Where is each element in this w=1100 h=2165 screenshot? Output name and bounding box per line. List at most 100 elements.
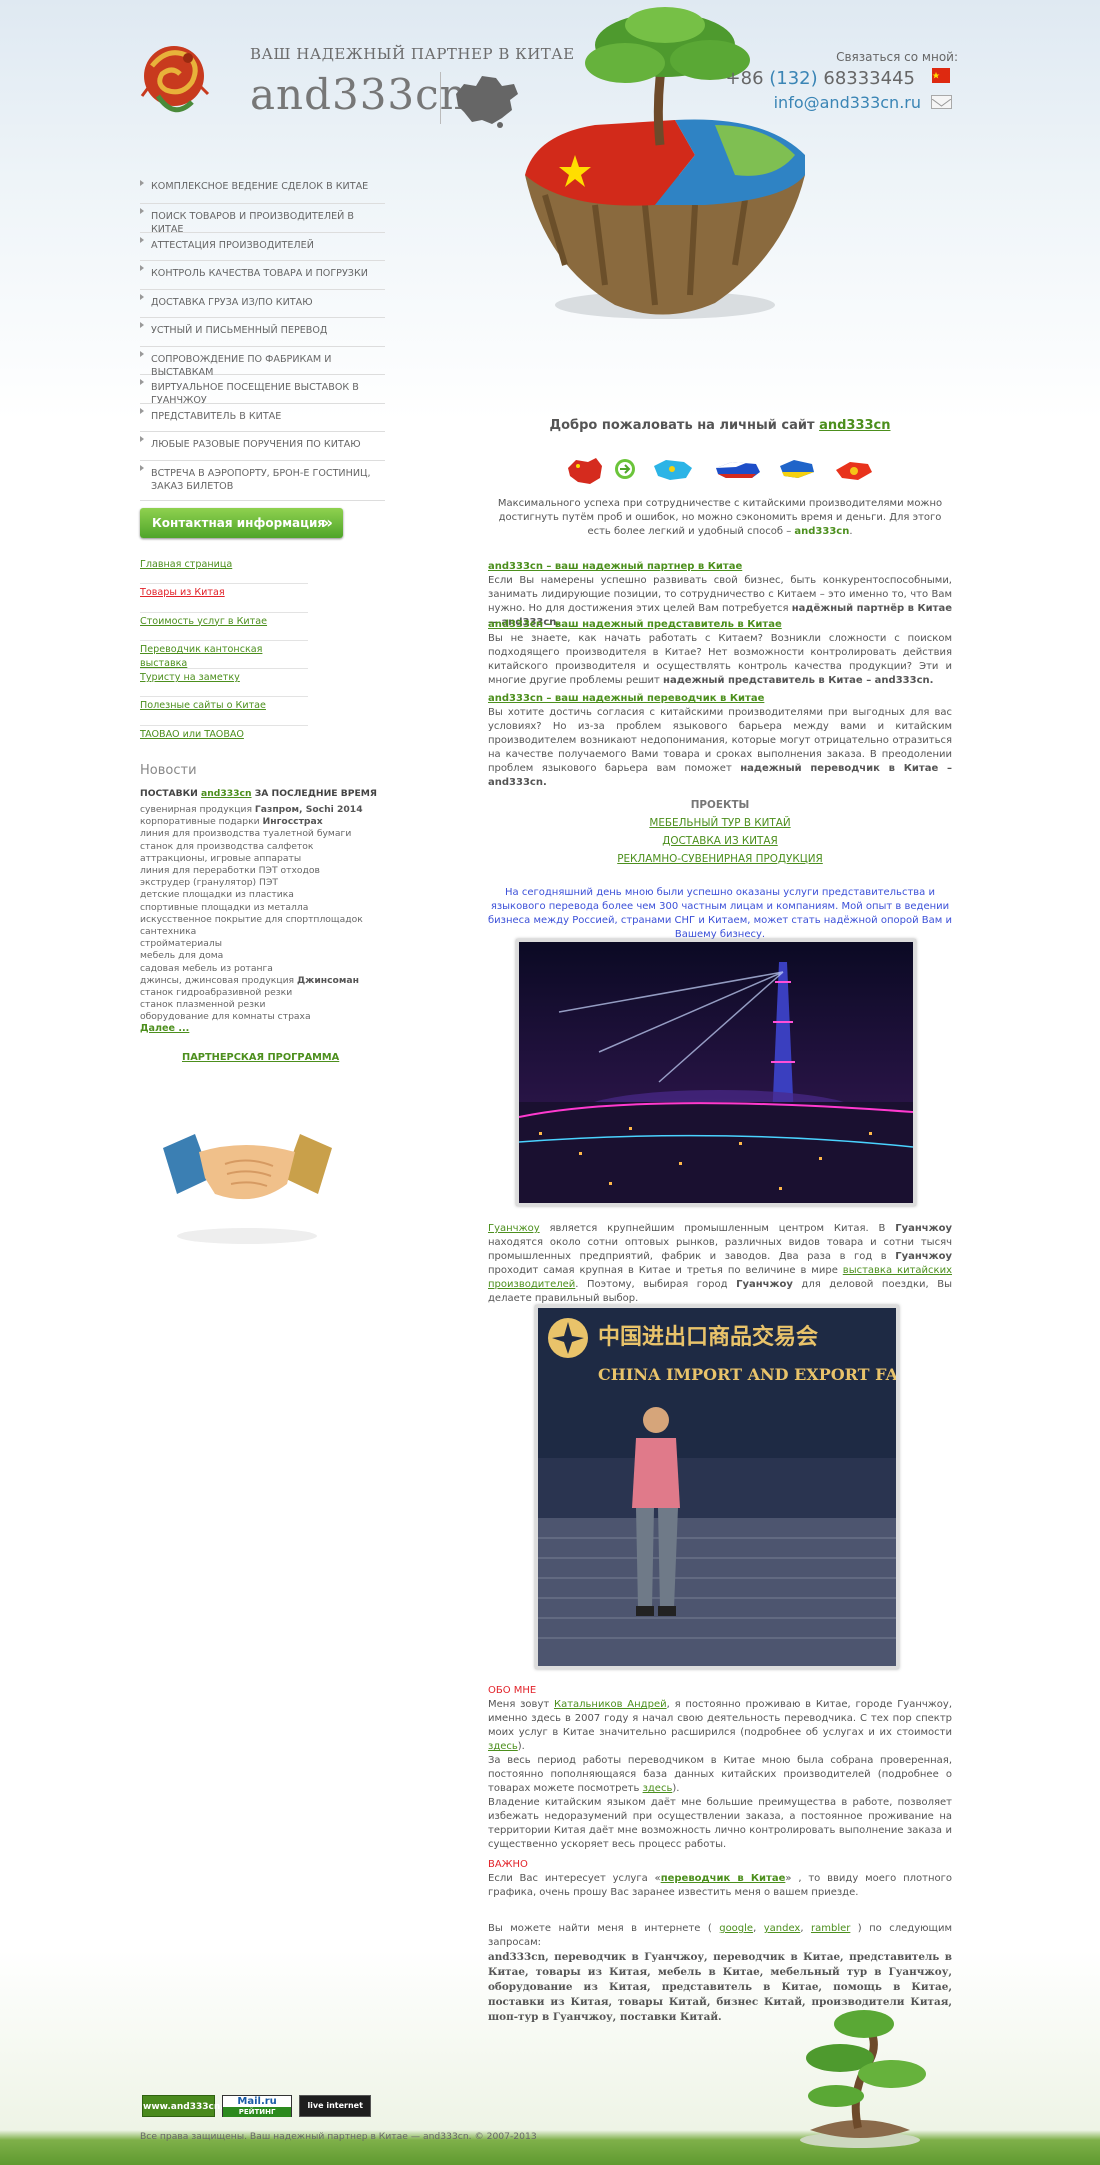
news-title: Новости [140,763,197,778]
services-menu: КОМПЛЕКСНОЕ ВЕДЕНИЕ СДЕЛОК В КИТАЕ ПОИСК… [140,176,385,501]
rambler-link[interactable]: rambler [811,1923,850,1934]
menu-item-representative[interactable]: ПРЕДСТАВИТЕЛЬ В КИТАЕ [140,404,385,432]
canton-fair-portrait-photo: 中国进出口商品交易会 CHINA IMPORT AND EXPORT FAIR [535,1305,899,1669]
news-item: сантехника [140,926,197,938]
sidebar-links: Главная страница Товары из Китая Стоимос… [140,556,308,754]
site-brand[interactable]: and333cn [250,70,468,119]
guangzhou-night-photo [516,939,916,1206]
guangzhou-link[interactable]: Гуанчжоу [488,1223,540,1234]
intro-brand: and333cn [794,526,850,537]
menu-item-delivery[interactable]: ДОСТАВКА ГРУЗА ИЗ/ПО КИТАЮ [140,290,385,318]
section-heading-representative[interactable]: and333cn – ваш надежный представитель в … [488,619,782,630]
handshake-illustration [163,1134,332,1244]
link-taobao[interactable]: TAOBAO или TAOBAO [140,726,308,754]
menu-item-quality[interactable]: КОНТРОЛЬ КАЧЕСТВА ТОВАРА И ПОГРУЗКИ [140,261,385,290]
project-furniture-tour-link[interactable]: МЕБЕЛЬНЫЙ ТУР В КИТАЙ [649,817,790,829]
phone-digits: 68333445 [817,68,915,89]
guangzhou-paragraph: Гуанчжоу является крупнейшим промышленны… [488,1223,952,1304]
link-tourist[interactable]: Туристу на заметку [140,669,308,698]
project-delivery-link[interactable]: ДОСТАВКА ИЗ КИТАЯ [662,835,777,847]
menu-item-deals[interactable]: КОМПЛЕКСНОЕ ВЕДЕНИЕ СДЕЛОК В КИТАЕ [140,176,385,204]
email-link[interactable]: info@and333cn.ru [774,93,921,112]
news-item: станок гидроабразивной резки [140,987,293,999]
news-item: линия для производства туалетной бумаги [140,828,352,840]
news-item: экструдер (гранулятор) ПЭТ [140,877,278,889]
bonsai-illustration [800,2010,926,2148]
link-useful-sites[interactable]: Полезные сайты о Китае [140,697,308,726]
important-block: ВАЖНО Если Вас интересует услуга «перево… [488,1859,953,1898]
link-home[interactable]: Главная страница [140,556,308,585]
welcome-heading: Добро пожаловать на личный сайт and333cn [549,418,891,433]
menu-item-attestation[interactable]: АТТЕСТАЦИЯ ПРОИЗВОДИТЕЛЕЙ [140,233,385,261]
welcome-brand-link[interactable]: and333cn [819,418,890,433]
liveinternet-badge[interactable]: live internet [299,2095,372,2117]
copyright: Все права защищены. Ваш надежный партнер… [140,2131,537,2142]
phone-prefix: +86 [725,68,770,89]
goods-here-link[interactable]: здесь [643,1783,673,1794]
news-item: станок плазменной резки [140,999,266,1011]
news-item: садовая мебель из ротанга [140,962,273,974]
yandex-link[interactable]: yandex [764,1923,801,1934]
site-counter-badge[interactable]: www.and333cn.ru [142,2095,235,2117]
china-flag-icon [932,68,950,83]
section-heading-partner[interactable]: and333cn – ваш надежный партнер в Китае [488,561,742,572]
menu-item-errands[interactable]: ЛЮБЫЕ РАЗОВЫЕ ПОРУЧЕНИЯ ПО КИТАЮ [140,432,385,461]
news-item: станок для производства салфеток [140,840,314,852]
projects-title: ПРОЕКТЫ [690,799,750,811]
news-item: джинсы, джинсовая продукция Джинсоман [140,974,359,986]
news-head-pre: ПОСТАВКИ [140,788,202,799]
kyrgyzstan-flag-icon [836,462,872,480]
menu-item-translation[interactable]: УСТНЫЙ И ПИСЬМЕННЫЙ ПЕРЕВОД [140,318,385,347]
news-item: искусственное покрытие для спортплощадок [140,913,363,925]
news-head-post: ЗА ПОСЛЕДНИЕ ВРЕМЯ [251,788,377,799]
google-link[interactable]: google [719,1923,753,1934]
news-item: мебель для дома [140,950,224,962]
news-brand-link[interactable]: and333cn [201,788,251,799]
link-canton-fair[interactable]: Переводчик кантонская выставка [140,641,308,670]
news-item: сувенирная продукция Газпром, Sochi 2014 [140,804,363,815]
translator-link[interactable]: переводчик в Китае [661,1873,786,1884]
section-representative: and333cn – ваш надежный представитель в … [488,619,952,686]
menu-item-airport[interactable]: ВСТРЕЧА В АЭРОПОРТУ, БРОН-Е ГОСТИНИЦ, ЗА… [140,461,385,501]
contact-info-button[interactable]: Контактная информация » [140,508,343,538]
russia-flag-icon [716,462,760,478]
news-item: детские площадки из пластика [140,889,294,901]
sign-english: CHINA IMPORT AND EXPORT FAIR [598,1365,896,1384]
link-prices[interactable]: Стоимость услуг в Китае [140,613,308,641]
author-name-link[interactable]: Катальников Андрей [554,1699,667,1710]
news-item: корпоративные подарки Ингосстрах [140,816,323,828]
phone-code: (132) [769,68,818,89]
link-goods[interactable]: Товары из Китая [140,584,308,613]
section-heading-translator[interactable]: and333cn – ваш надежный переводчик в Кит… [488,693,764,704]
double-chevron-right-icon: » [322,513,333,532]
news-item: стройматериалы [140,938,222,950]
country-flags [568,458,872,484]
about-block: ОБО МНЕ Меня зовут Катальников Андрей, я… [488,1685,953,1850]
phone-number[interactable]: +86 (132) 68333445 [726,68,915,89]
menu-item-virtual-exhibition[interactable]: ВИРТУАЛЬНОЕ ПОСЕЩЕНИЕ ВЫСТАВОК В ГУАНЧЖО… [140,375,385,406]
news-item: аттракционы, игровые аппараты [140,852,302,864]
services-summary: На сегодняшний день мною были успешно ок… [488,887,952,940]
menu-item-search[interactable]: ПОИСК ТОВАРОВ И ПРОИЗВОДИТЕЛЕЙ В КИТАЕ [140,204,385,235]
prices-here-link[interactable]: здесь [488,1741,518,1752]
ukraine-flag-icon [780,460,814,478]
contact-info-label: Контактная информация [152,516,326,530]
news-list: сувенирная продукция Газпром, Sochi 2014… [140,804,380,1024]
news-more-link[interactable]: Далее ... [140,1023,189,1034]
brand-divider [440,72,441,124]
news-item: линия для переработки ПЭТ отходов [140,865,320,877]
menu-item-factory-tours[interactable]: СОПРОВОЖДЕНИЕ ПО ФАБРИКАМ И ВЫСТАВКАМ [140,347,385,378]
projects-block: ПРОЕКТЫ МЕБЕЛЬНЫЙ ТУР В КИТАЙ ДОСТАВКА И… [488,796,952,868]
partner-program-link[interactable]: ПАРТНЕРСКАЯ ПРОГРАММА [182,1052,339,1063]
mailru-rating-badge[interactable]: Mail.ru РЕЙТИНГ [222,2095,293,2117]
section-translator: and333cn – ваш надежный переводчик в Кит… [488,693,952,788]
arrow-circle-icon [615,459,635,479]
floating-island-illustration [525,7,805,319]
about-title: ОБО МНЕ [488,1685,537,1696]
envelope-icon [931,95,952,109]
project-souvenirs-link[interactable]: РЕКЛАМНО-СУВЕНИРНАЯ ПРОДУКЦИЯ [617,853,823,865]
contact-title: Связаться со мной: [836,50,958,64]
dragon-logo [140,46,210,113]
sign-chinese: 中国进出口商品交易会 [598,1324,818,1350]
important-title: ВАЖНО [488,1859,528,1870]
